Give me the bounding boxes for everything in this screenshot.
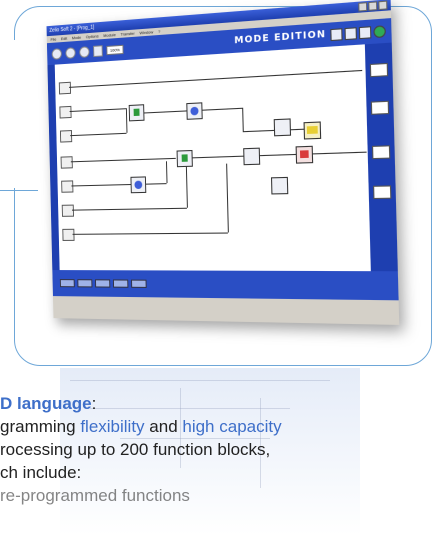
menu-window[interactable]: Window: [139, 29, 153, 35]
mode-label: MODE EDITION: [234, 29, 327, 47]
status-bar: [52, 296, 400, 325]
output-block[interactable]: [370, 100, 390, 115]
wire: [72, 232, 228, 235]
input-block[interactable]: [60, 156, 73, 169]
wire: [70, 157, 176, 163]
tab-in[interactable]: [59, 279, 75, 288]
input-block[interactable]: [61, 204, 74, 217]
close-icon[interactable]: [378, 0, 388, 11]
wire: [69, 69, 363, 88]
tab-out[interactable]: [131, 279, 147, 288]
menu-module[interactable]: Module: [103, 32, 116, 38]
simulate-mode-icon[interactable]: [358, 25, 372, 39]
zoom-select[interactable]: 100%: [106, 44, 124, 55]
wire: [142, 110, 187, 114]
wire: [311, 151, 367, 155]
wire: [125, 108, 128, 133]
caption-line-4: ch include:: [0, 463, 82, 482]
open-icon[interactable]: [65, 46, 76, 59]
function-block[interactable]: [270, 176, 289, 195]
caption-line-5: re-programmed functions: [0, 486, 190, 505]
function-block[interactable]: [128, 104, 145, 122]
keyword-flexibility: flexibility: [80, 417, 145, 436]
edit-mode-icon[interactable]: [330, 27, 343, 41]
menu-transfer[interactable]: Transfer: [120, 31, 134, 37]
input-block[interactable]: [58, 81, 72, 95]
language-heading: D language: [0, 394, 92, 413]
input-block[interactable]: [59, 130, 73, 143]
keyword-high-capacity: high capacity: [182, 417, 282, 436]
wire: [192, 155, 244, 159]
wire: [185, 164, 188, 208]
wire: [226, 163, 229, 233]
fbd-workspace[interactable]: [47, 42, 398, 272]
maximize-icon[interactable]: [368, 1, 378, 11]
wire: [69, 108, 126, 113]
function-block[interactable]: [243, 147, 261, 166]
wire: [258, 153, 296, 157]
caption-line-1: D language:: [0, 394, 97, 413]
new-icon[interactable]: [51, 47, 62, 60]
menu-options[interactable]: Options: [86, 33, 99, 39]
input-block[interactable]: [61, 180, 74, 193]
input-block[interactable]: [59, 105, 72, 119]
app-window: Zelio Soft 2 - [Prog_1] File Edit Mode O…: [46, 0, 400, 325]
mode-icons: [330, 24, 386, 41]
tab-fbd[interactable]: [77, 279, 93, 288]
frame-connector: [0, 190, 38, 192]
menu-file[interactable]: File: [50, 36, 56, 41]
menu-mode[interactable]: Mode: [72, 35, 81, 41]
menu-edit[interactable]: Edit: [61, 36, 67, 41]
minimize-icon[interactable]: [358, 2, 368, 12]
input-block[interactable]: [62, 228, 75, 241]
print-icon[interactable]: [93, 44, 103, 57]
screenshot-illustration: Zelio Soft 2 - [Prog_1] File Edit Mode O…: [40, 0, 400, 328]
tab-logic[interactable]: [95, 279, 111, 288]
run-icon[interactable]: [373, 24, 386, 38]
caption-line-3: rocessing up to 200 function blocks,: [0, 440, 271, 459]
function-block[interactable]: [176, 149, 193, 168]
function-block[interactable]: [273, 118, 292, 137]
wire: [201, 107, 243, 111]
wire: [242, 107, 244, 132]
wire: [71, 207, 187, 211]
frame-gap: [8, 40, 22, 188]
input-rail: [47, 64, 60, 271]
output-block[interactable]: [371, 145, 391, 160]
wire: [70, 132, 127, 137]
menu-help[interactable]: ?: [158, 29, 160, 34]
function-block[interactable]: [130, 176, 147, 194]
save-icon[interactable]: [79, 45, 90, 58]
wire: [165, 161, 168, 184]
function-block[interactable]: [303, 121, 322, 140]
tab-sfc[interactable]: [112, 279, 129, 288]
output-block[interactable]: [369, 62, 389, 78]
function-block[interactable]: [186, 102, 203, 120]
wire: [71, 183, 167, 187]
monitor-mode-icon[interactable]: [344, 26, 357, 40]
caption-line-2: gramming flexibility and high capacity: [0, 417, 282, 436]
function-block[interactable]: [295, 145, 314, 164]
output-block[interactable]: [373, 185, 392, 200]
